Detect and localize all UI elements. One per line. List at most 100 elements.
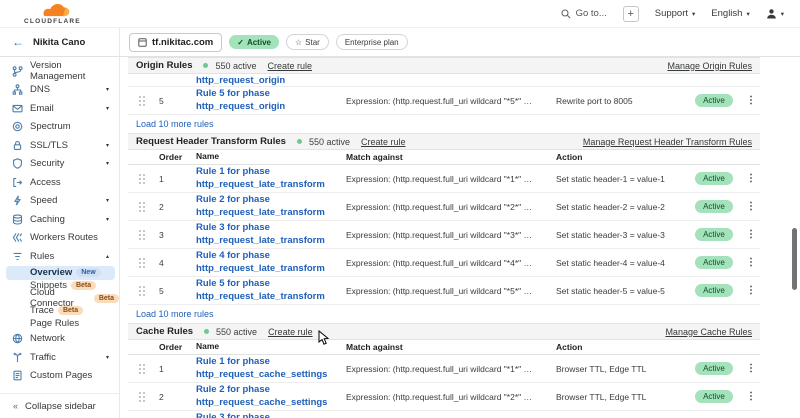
sidebar-item-rules[interactable]: Rules▴	[0, 247, 119, 266]
drag-cell	[138, 201, 152, 213]
drag-handle-icon[interactable]	[138, 363, 146, 375]
vertical-scrollbar-thumb[interactable]	[792, 228, 797, 290]
kebab-menu-button[interactable]: ⋮	[742, 363, 760, 374]
drag-handle-icon[interactable]	[138, 285, 146, 297]
rule-name-link[interactable]: Rule 1 for phase http_request_cache_sett…	[196, 356, 346, 381]
sidebar-item-ssl-tls[interactable]: SSL/TLS▾	[0, 136, 119, 155]
drag-cell	[138, 285, 152, 297]
rule-match-expression: Expression: (http.request.full_uri wildc…	[346, 258, 546, 268]
sidebar-subitem-page-rules[interactable]: Page Rules	[0, 317, 119, 330]
collapse-label: Collapse sidebar	[25, 401, 96, 412]
rule-row-partial: http_request_origin	[128, 74, 760, 87]
spectrum-icon	[12, 121, 23, 132]
sidebar-item-traffic[interactable]: Traffic▾	[0, 348, 119, 367]
drag-handle-icon[interactable]	[138, 95, 146, 107]
global-search[interactable]: Go to...	[561, 8, 607, 19]
create-rule-link[interactable]: Create rule	[268, 327, 313, 337]
load-more-rules-link[interactable]: Load 10 more rules	[128, 305, 760, 323]
sidebar-item-label: DNS	[30, 84, 50, 95]
account-breadcrumb: ← Nikita Cano	[0, 28, 120, 56]
collapse-sidebar-button[interactable]: « Collapse sidebar	[0, 393, 119, 418]
status-cell: Active	[686, 94, 742, 107]
manage-rules-link[interactable]: Manage Origin Rules	[667, 61, 752, 71]
rule-name-link[interactable]: Rule 1 for phase http_request_late_trans…	[196, 166, 346, 191]
drag-handle-icon[interactable]	[138, 173, 146, 185]
load-more-rules-link[interactable]: Load 10 more rules	[128, 115, 760, 133]
rule-name-link[interactable]: Rule 2 for phase http_request_cache_sett…	[196, 384, 346, 409]
support-menu[interactable]: Support ▾	[655, 8, 696, 19]
manage-rules-link[interactable]: Manage Cache Rules	[665, 327, 752, 337]
chevron-down-icon: ▾	[106, 86, 109, 93]
sidebar-item-custom-pages[interactable]: Custom Pages	[0, 367, 119, 386]
plan-label: Enterprise plan	[345, 38, 399, 47]
drag-handle-icon[interactable]	[138, 201, 146, 213]
language-menu[interactable]: English ▾	[711, 8, 749, 19]
rule-name-link[interactable]: http_request_origin	[196, 74, 285, 86]
domain-selector[interactable]: tf.nikitac.com	[129, 33, 222, 52]
sidebar-item-email[interactable]: Email▾	[0, 99, 119, 118]
sidebar-item-dns[interactable]: DNS ▾	[0, 81, 119, 100]
account-menu[interactable]: ▾	[766, 8, 784, 19]
drag-cell	[138, 391, 152, 403]
rule-name-link[interactable]: Rule 3 for phase http_request_cache_sett…	[196, 412, 346, 418]
drag-handle-icon[interactable]	[138, 257, 146, 269]
sidebar-item-speed[interactable]: Speed▾	[0, 192, 119, 211]
create-rule-link[interactable]: Create rule	[268, 61, 313, 71]
sidebar-item-spectrum[interactable]: Spectrum	[0, 118, 119, 137]
back-arrow-icon[interactable]: ←	[12, 35, 24, 49]
rule-name-link[interactable]: Rule 2 for phase http_request_late_trans…	[196, 194, 346, 219]
language-label: English	[711, 8, 742, 19]
chevron-down-icon: ▾	[106, 105, 109, 112]
table-row: 3Rule 3 for phase http_request_late_tran…	[128, 221, 760, 249]
column-name: Name	[196, 151, 346, 162]
rule-name-link[interactable]: Rule 3 for phase http_request_late_trans…	[196, 222, 346, 247]
domain-name: tf.nikitac.com	[152, 37, 213, 48]
active-dot	[204, 329, 209, 334]
star-button[interactable]: ☆ Star	[286, 34, 329, 50]
zone-status-badge: ✓ Active	[229, 35, 279, 49]
kebab-menu-button[interactable]: ⋮	[742, 229, 760, 240]
rules-tables: Origin Rules550 activeCreate ruleManage …	[128, 57, 760, 418]
sidebar-item-caching[interactable]: Caching▾	[0, 210, 119, 229]
chevron-down-icon: ▾	[106, 197, 109, 204]
sidebar-subitem-overview[interactable]: OverviewNew	[6, 266, 115, 280]
drag-handle-icon[interactable]	[138, 391, 146, 403]
top-bar: CLOUDFLARE Go to... + Support ▾ English …	[0, 0, 800, 28]
sidebar-subitem-trace[interactable]: TraceBeta	[0, 305, 119, 318]
rule-order: 3	[152, 230, 196, 240]
sidebar-item-network[interactable]: Network	[0, 330, 119, 349]
rule-match-expression: Expression: (http.request.full_uri wildc…	[346, 174, 546, 184]
chevron-down-icon: ▾	[746, 10, 749, 18]
column-match-against: Match against	[346, 152, 546, 162]
drag-handle-icon[interactable]	[138, 229, 146, 241]
sidebar-item-label: Version Management	[30, 60, 119, 82]
kebab-menu-button[interactable]: ⋮	[742, 201, 760, 212]
account-name: Nikita Cano	[33, 37, 85, 48]
kebab-menu-button[interactable]: ⋮	[742, 173, 760, 184]
manage-rules-link[interactable]: Manage Request Header Transform Rules	[583, 137, 752, 147]
cloudflare-logo[interactable]: CLOUDFLARE	[24, 4, 81, 26]
add-button[interactable]: +	[623, 6, 639, 22]
status-badge: Active	[695, 256, 733, 269]
sidebar-item-security[interactable]: Security▾	[0, 155, 119, 174]
email-icon	[12, 103, 23, 114]
sidebar: Version ManagementDNS▾Email▾SpectrumSSL/…	[0, 57, 120, 418]
branch-icon	[12, 66, 23, 77]
sidebar-item-version-management[interactable]: Version Management	[0, 62, 119, 81]
kebab-menu-button[interactable]: ⋮	[742, 285, 760, 296]
rule-action: Set static header-2 = value-2	[546, 202, 686, 212]
kebab-menu-button[interactable]: ⋮	[742, 391, 760, 402]
rule-name-link[interactable]: Rule 5 for phase http_request_late_trans…	[196, 278, 346, 303]
create-rule-link[interactable]: Create rule	[361, 137, 406, 147]
rule-name-link[interactable]: Rule 5 for phase http_request_origin	[196, 88, 346, 113]
sidebar-item-workers-routes[interactable]: Workers Routes	[0, 229, 119, 248]
active-dot	[297, 139, 302, 144]
chevron-down-icon: ▾	[106, 142, 109, 149]
domain-icon	[138, 38, 147, 47]
kebab-menu-button[interactable]: ⋮	[742, 257, 760, 268]
rule-name-link[interactable]: Rule 4 for phase http_request_late_trans…	[196, 250, 346, 275]
kebab-menu-button[interactable]: ⋮	[742, 95, 760, 106]
sidebar-item-access[interactable]: Access	[0, 173, 119, 192]
section-header-cache-rules: Cache Rules550 activeCreate ruleManage C…	[128, 323, 760, 340]
sidebar-subitem-cloud-connector[interactable]: Cloud ConnectorBeta	[0, 292, 119, 305]
